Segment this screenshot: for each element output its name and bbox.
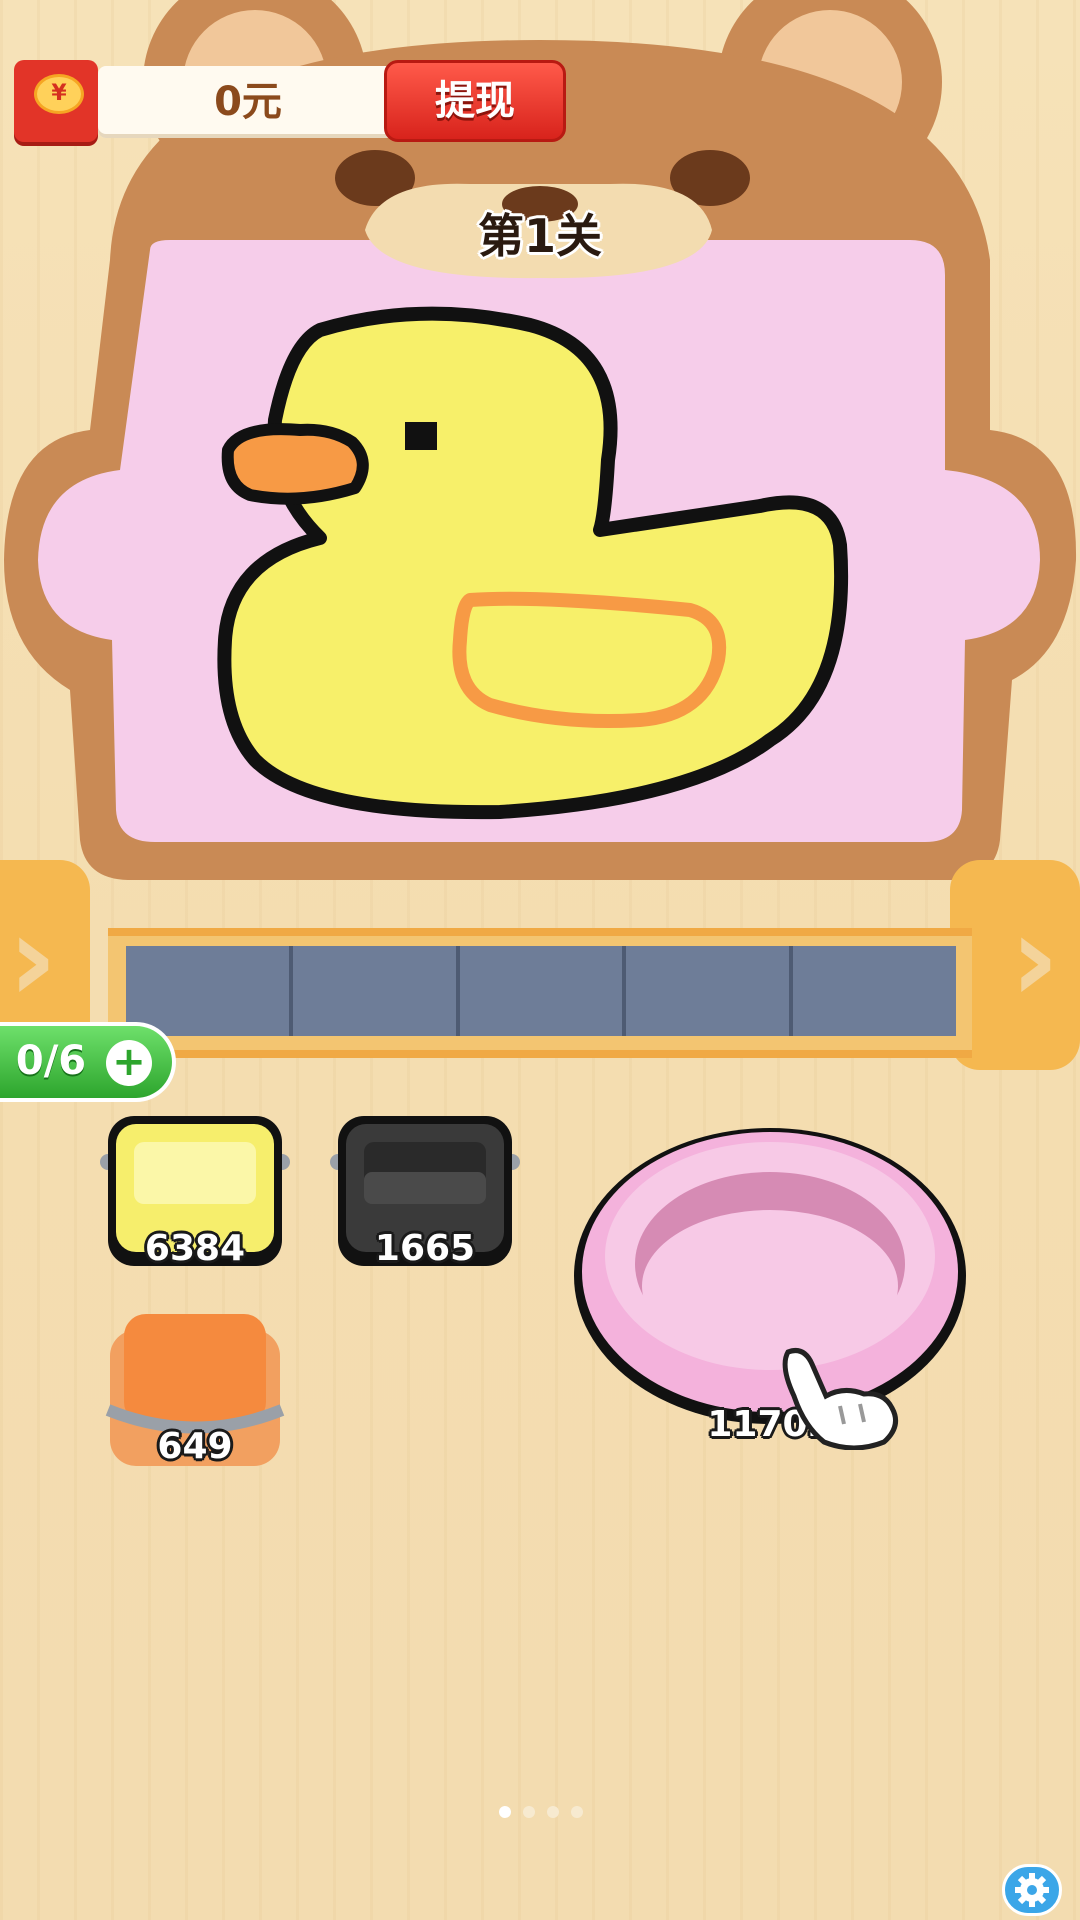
conveyor-slot: [126, 946, 293, 1036]
page-dot: [547, 1806, 559, 1818]
withdraw-button[interactable]: 提现: [384, 60, 566, 142]
balance-amount: 0元: [214, 79, 282, 125]
page-dot-active: [499, 1806, 511, 1818]
conveyor-slot: [460, 946, 627, 1036]
orange-bucket-count: 649: [157, 1426, 233, 1467]
pointing-hand-icon: [782, 1348, 899, 1450]
duck-eye: [405, 422, 437, 450]
conveyor-slot: [793, 946, 956, 1036]
page-dot: [523, 1806, 535, 1818]
slots-count: 0/6: [15, 1038, 87, 1084]
page-dot: [571, 1806, 583, 1818]
conveyor-slot: [293, 946, 460, 1036]
conveyor-belt: [126, 946, 956, 1036]
chevron-right-icon: ›: [8, 890, 58, 1029]
black-bucket-count: 1665: [374, 1228, 476, 1269]
chevron-right-icon: ›: [1010, 890, 1060, 1029]
yuan-coin-icon: ¥: [34, 74, 84, 114]
conveyor-slot: [626, 946, 794, 1036]
gear-icon: [1015, 1873, 1049, 1907]
duck-beak: [221, 423, 369, 505]
level-title: 第1关: [477, 209, 602, 263]
settings-button[interactable]: [1002, 1864, 1062, 1916]
add-slot-button[interactable]: +: [106, 1040, 152, 1086]
yellow-bucket-count: 6384: [144, 1228, 246, 1269]
